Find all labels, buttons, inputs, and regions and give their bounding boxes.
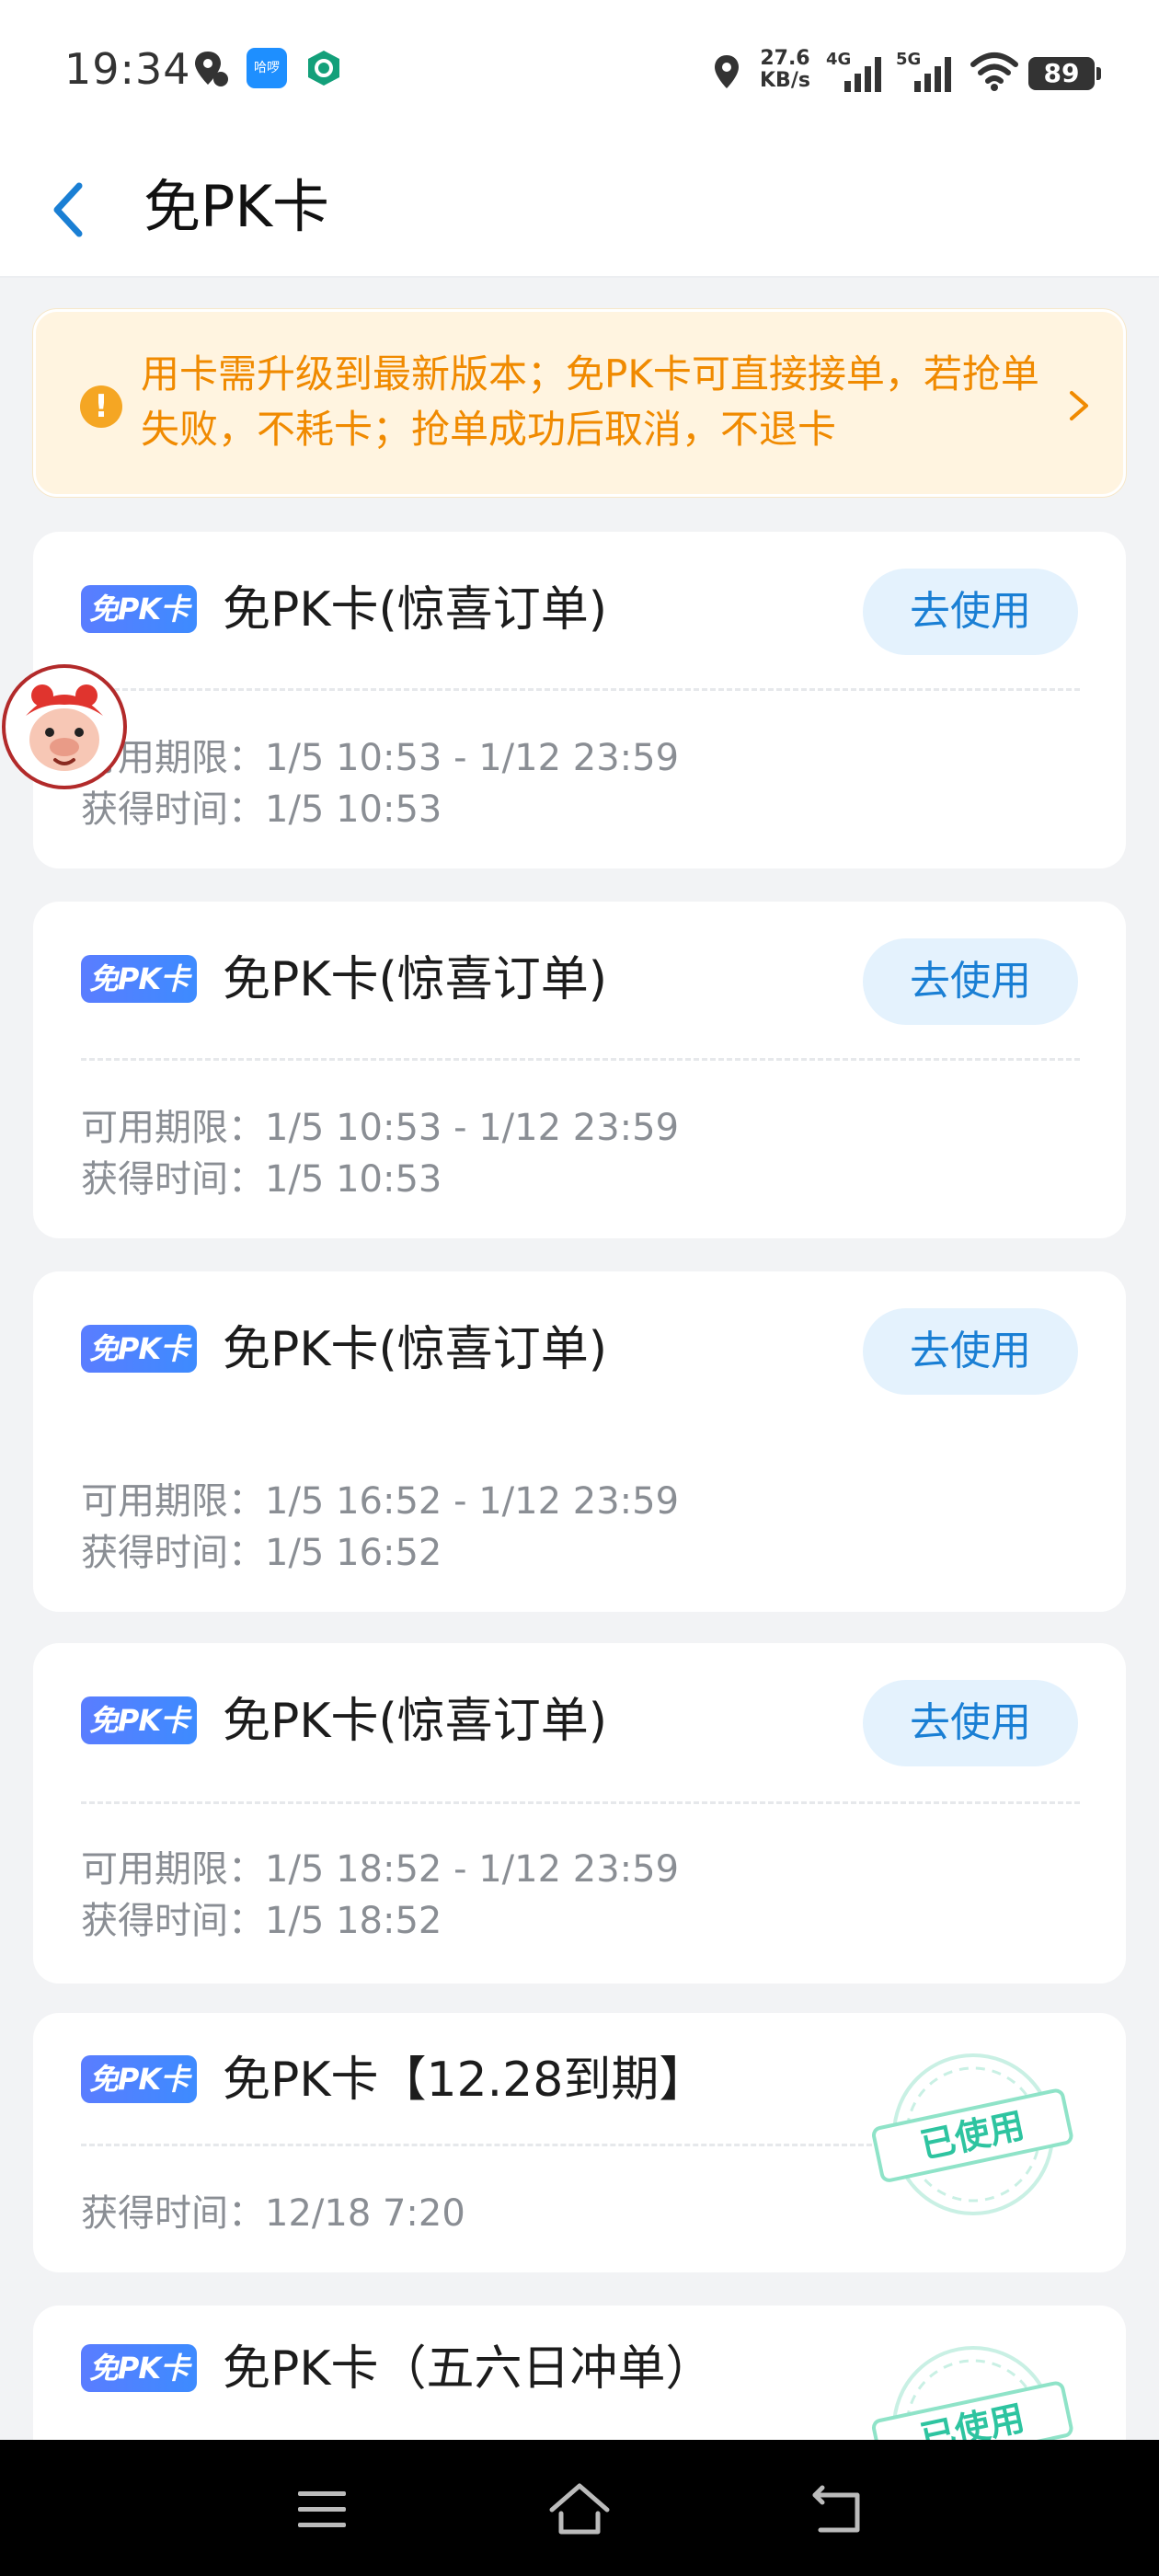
floating-assistant-button[interactable] [2,664,127,789]
svg-text:5G: 5G [896,50,921,69]
pk-card-badge: 免PK卡 [81,1696,197,1744]
signal-4g-icon: 4G [826,50,881,92]
use-button[interactable]: 去使用 [863,1308,1078,1395]
card-item: 免PK卡 免PK卡(惊喜订单) 去使用 可用期限：1/5 10:53 - 1/1… [33,532,1126,868]
card-item-used: 免PK卡 免PK卡【12.28到期】 获得时间：12/18 7:20 已使用 [33,2013,1126,2272]
wifi-icon [970,52,1018,91]
notice-text: 用卡需升级到最新版本；免PK卡可直接接单，若抢单失败，不耗卡；抢单成功后取消，不… [141,351,1039,452]
back-arrow-icon[interactable] [804,2477,870,2543]
card-title: 免PK卡【12.28到期】 [223,2053,707,2108]
card-title: 免PK卡(惊喜订单) [223,952,608,1007]
card-divider [81,688,1080,691]
obtained-time: 获得时间：1/5 10:53 [81,788,442,831]
used-stamp-icon: 已使用 [871,2053,1073,2215]
menu-icon[interactable] [289,2477,355,2543]
location-icon [715,55,739,88]
card-divider [81,1058,1080,1061]
obtained-time: 获得时间：1/5 18:52 [81,1900,442,1942]
card-divider [81,2144,872,2146]
card-item: 免PK卡 免PK卡(惊喜订单) 去使用 可用期限：1/5 18:52 - 1/1… [33,1643,1126,1984]
obtained-time: 获得时间：12/18 7:20 [81,2192,465,2235]
obtained-time: 获得时间：1/5 16:52 [81,1532,442,1574]
valid-period: 可用期限：1/5 18:52 - 1/12 23:59 [81,1848,680,1891]
page-title: 免PK卡 [143,173,330,240]
valid-period: 可用期限：1/5 16:52 - 1/12 23:59 [81,1480,680,1523]
card-title: 免PK卡(惊喜订单) [223,582,608,638]
back-button[interactable] [42,173,98,247]
obtained-time: 获得时间：1/5 10:53 [81,1158,442,1201]
system-nav-bar [0,2440,1159,2576]
status-bar: 19:34 哈啰 27.6 KB/s 4G 5G 89 [0,0,1159,147]
battery-indicator: 89 [1028,57,1101,90]
title-bar: 免PK卡 [0,147,1159,278]
card-title: 免PK卡(惊喜订单) [223,1694,608,1749]
app-hex-icon [308,51,339,86]
pk-card-badge: 免PK卡 [81,2055,197,2103]
location-pin-icon [195,52,228,86]
pk-card-badge: 免PK卡 [81,2344,197,2392]
card-divider [81,1801,1080,1804]
status-time: 19:34 [64,44,191,94]
use-button[interactable]: 去使用 [863,1680,1078,1766]
warning-circle-icon: ! [80,385,122,428]
valid-period: 可用期限：1/5 10:53 - 1/12 23:59 [81,1107,680,1149]
use-button[interactable]: 去使用 [863,569,1078,655]
net-speed-unit: KB/s [760,69,810,92]
hello-app-icon: 哈啰 [247,48,287,88]
pk-card-badge: 免PK卡 [81,955,197,1003]
network-speed: 27.6 KB/s [760,48,810,92]
valid-period: 可用期限：1/5 10:53 - 1/12 23:59 [81,737,680,779]
card-title: 免PK卡(惊喜订单) [223,1322,608,1377]
signal-5g-icon: 5G [896,50,951,92]
pig-mascot-icon [18,683,110,775]
svg-text:4G: 4G [826,50,851,69]
pk-card-badge: 免PK卡 [81,1325,197,1373]
pk-card-badge: 免PK卡 [81,585,197,633]
net-speed-value: 27.6 [760,47,810,70]
card-item: 免PK卡 免PK卡(惊喜订单) 去使用 可用期限：1/5 16:52 - 1/1… [33,1271,1126,1612]
home-icon[interactable] [546,2477,613,2543]
card-item: 免PK卡 免PK卡(惊喜订单) 去使用 可用期限：1/5 10:53 - 1/1… [33,902,1126,1238]
chevron-right-icon [1070,391,1088,420]
card-title: 免PK卡（五六日冲单） [223,2341,714,2397]
notice-banner[interactable]: ! 用卡需升级到最新版本；免PK卡可直接接单，若抢单失败，不耗卡；抢单成功后取消… [33,309,1126,497]
use-button[interactable]: 去使用 [863,938,1078,1025]
